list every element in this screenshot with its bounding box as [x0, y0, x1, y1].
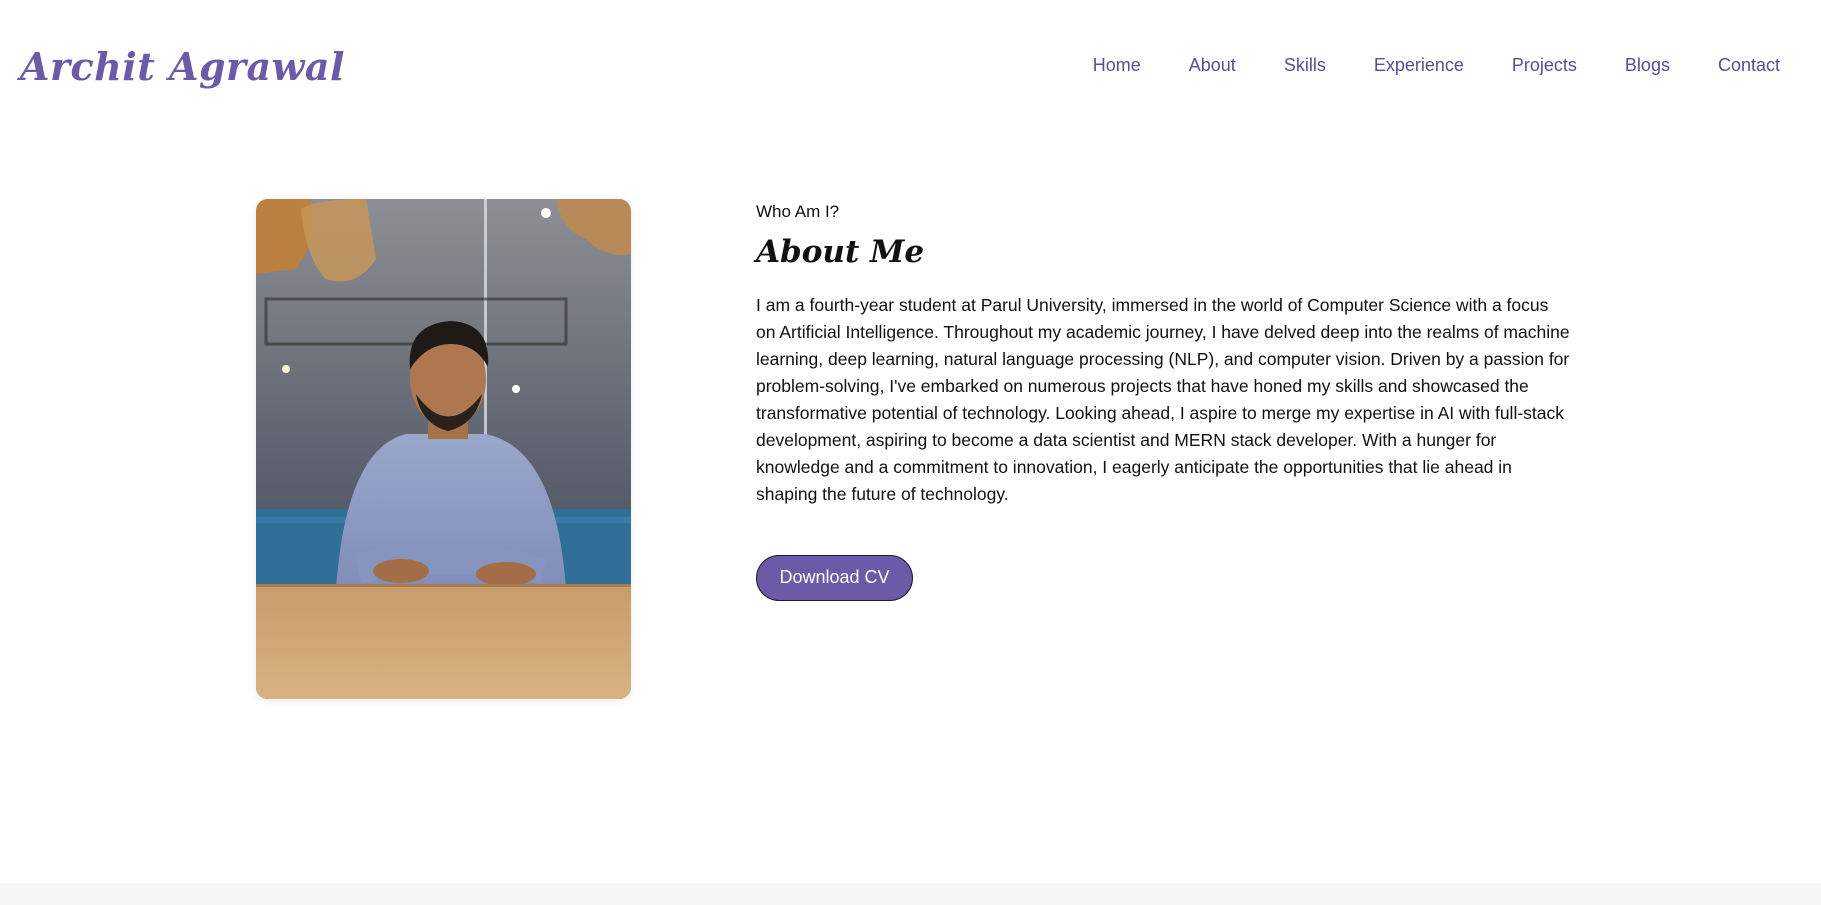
navbar: Archit Agrawal Home About Skills Experie…	[0, 0, 1821, 140]
footer-strip	[0, 883, 1821, 905]
about-heading: About Me	[756, 234, 925, 270]
nav-item-skills[interactable]: Skills	[1284, 55, 1326, 76]
profile-photo	[256, 199, 631, 699]
about-content: Who Am I? About Me I am a fourth-year st…	[756, 200, 1571, 601]
brand-logo[interactable]: Archit Agrawal	[20, 44, 345, 89]
nav-item-home[interactable]: Home	[1093, 55, 1141, 76]
about-eyebrow: Who Am I?	[756, 202, 840, 221]
nav-item-blogs[interactable]: Blogs	[1625, 55, 1670, 76]
nav-menu: Home About Skills Experience Projects Bl…	[1093, 55, 1780, 76]
nav-item-contact[interactable]: Contact	[1718, 55, 1780, 76]
nav-item-about[interactable]: About	[1189, 55, 1236, 76]
about-bio: I am a fourth-year student at Parul Univ…	[756, 295, 1570, 504]
nav-item-projects[interactable]: Projects	[1512, 55, 1577, 76]
nav-item-experience[interactable]: Experience	[1374, 55, 1464, 76]
download-cv-button[interactable]: Download CV	[756, 555, 913, 601]
about-section: Who Am I? About Me I am a fourth-year st…	[0, 140, 1821, 880]
